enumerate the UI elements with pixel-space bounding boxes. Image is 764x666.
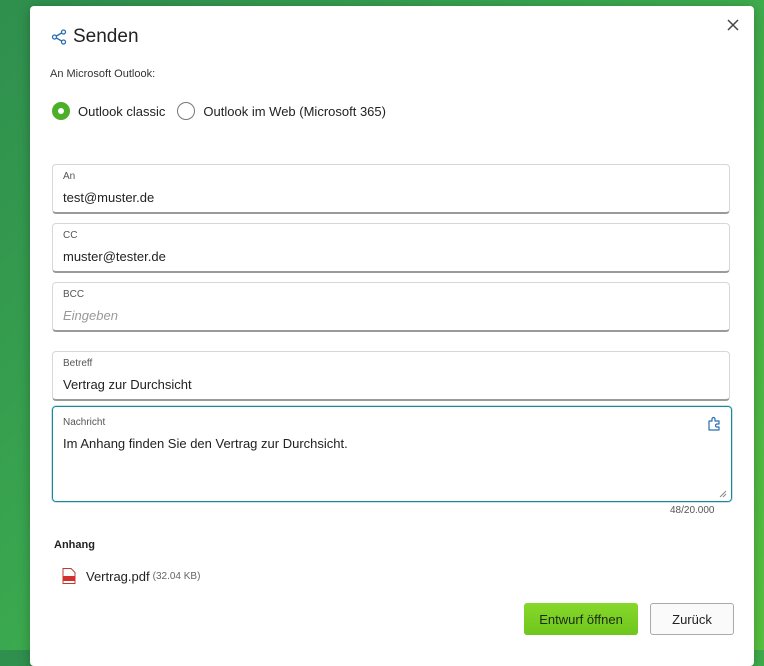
- bcc-input[interactable]: Eingeben: [63, 308, 118, 323]
- cc-field[interactable]: CC muster@tester.de: [52, 223, 730, 273]
- resize-handle-icon[interactable]: [718, 489, 727, 498]
- field-label: CC: [63, 230, 78, 241]
- dialog-subtitle: An Microsoft Outlook:: [50, 68, 156, 80]
- radio-label: Outlook classic: [78, 103, 166, 119]
- open-draft-button[interactable]: Entwurf öffnen: [524, 603, 638, 635]
- radio-outlook-web[interactable]: Outlook im Web (Microsoft 365): [177, 102, 386, 120]
- send-dialog: Senden An Microsoft Outlook: Outlook cla…: [30, 6, 754, 666]
- attachment-file-name[interactable]: Vertrag.pdf: [86, 569, 150, 584]
- attachment-item[interactable]: Vertrag.pdf (32.04 KB): [62, 568, 200, 584]
- bcc-field[interactable]: BCC Eingeben: [52, 282, 730, 332]
- outlook-radio-group: Outlook classic Outlook im Web (Microsof…: [52, 102, 398, 120]
- radio-label: Outlook im Web (Microsoft 365): [203, 103, 386, 119]
- radio-unchecked-icon: [177, 102, 196, 120]
- subject-field[interactable]: Betreff Vertrag zur Durchsicht: [52, 351, 730, 401]
- close-icon: [727, 19, 739, 31]
- field-label: BCC: [63, 289, 85, 300]
- attachment-heading: Anhang: [54, 539, 95, 551]
- message-field[interactable]: Nachricht Im Anhang finden Sie den Vertr…: [52, 406, 732, 502]
- attachment-file-size: (32.04 KB): [152, 570, 201, 582]
- dialog-header: Senden: [51, 26, 139, 48]
- character-counter: 48/20.000: [670, 505, 715, 516]
- dialog-title: Senden: [73, 26, 139, 47]
- to-field[interactable]: An test@muster.de: [52, 164, 730, 214]
- field-label: Nachricht: [63, 417, 106, 428]
- pdf-file-icon: [62, 568, 76, 584]
- share-icon: [51, 29, 67, 45]
- back-button[interactable]: Zurück: [650, 603, 734, 635]
- message-textarea[interactable]: Im Anhang finden Sie den Vertrag zur Dur…: [63, 436, 348, 451]
- radio-outlook-classic[interactable]: Outlook classic: [52, 102, 165, 120]
- subject-input[interactable]: Vertrag zur Durchsicht: [63, 377, 192, 392]
- cc-input[interactable]: muster@tester.de: [63, 249, 166, 264]
- close-button[interactable]: [722, 14, 744, 36]
- puzzle-icon[interactable]: [707, 415, 723, 431]
- to-input[interactable]: test@muster.de: [63, 190, 154, 205]
- radio-checked-icon: [52, 102, 70, 120]
- field-label: An: [63, 171, 76, 182]
- field-label: Betreff: [63, 358, 93, 369]
